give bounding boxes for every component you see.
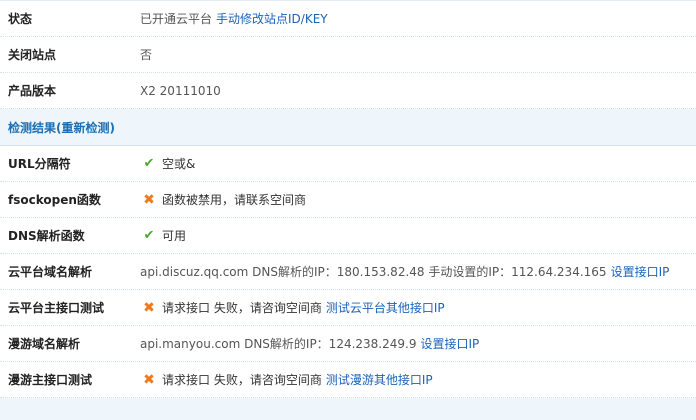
row-value: api.manyou.com DNS解析的IP：124.238.249.9 设置… <box>140 335 696 352</box>
check-result: 请求接口 失败，请咨询空间商 <box>162 373 322 387</box>
check-cloud-main-interface: 云平台主接口测试 ✖ 请求接口 失败，请咨询空间商 测试云平台其他接口IP <box>0 290 696 326</box>
section-header-check-results: 检测结果(重新检测) <box>0 109 696 146</box>
dns-result-text: api.manyou.com DNS解析的IP：124.238.249.9 <box>140 337 417 351</box>
row-value: X2 20111010 <box>140 83 221 98</box>
check-result: 空或& <box>162 157 196 171</box>
recheck-section-title[interactable]: 检测结果(重新检测) <box>0 119 115 136</box>
check-result: 请求接口 失败，请咨询空间商 <box>162 301 322 315</box>
status-text: 已开通云平台 <box>140 12 213 26</box>
row-version: 产品版本 X2 20111010 <box>0 73 696 109</box>
row-value: 否 <box>140 48 153 62</box>
check-result: 函数被禁用，请联系空间商 <box>162 193 307 207</box>
row-label: fsockopen函数 <box>8 193 101 207</box>
row-label: 云平台域名解析 <box>8 265 93 279</box>
row-value: ✔ 可用 <box>140 227 696 244</box>
table-footer-bar <box>0 398 696 420</box>
row-label: URL分隔符 <box>8 157 71 171</box>
cross-icon: ✖ <box>143 191 155 208</box>
row-value: ✔ 空或& <box>140 155 696 172</box>
dns-result-text: api.discuz.qq.com DNS解析的IP：180.153.82.48… <box>140 265 607 279</box>
row-label: 状态 <box>8 12 33 26</box>
check-url-separator: URL分隔符 ✔ 空或& <box>0 146 696 182</box>
cross-icon: ✖ <box>143 371 155 388</box>
check-cloud-domain-dns: 云平台域名解析 api.discuz.qq.com DNS解析的IP：180.1… <box>0 254 696 290</box>
row-status: 状态 已开通云平台 手动修改站点ID/KEY <box>0 1 696 37</box>
check-result: 可用 <box>162 229 187 243</box>
cross-icon: ✖ <box>143 299 155 316</box>
check-icon: ✔ <box>143 228 155 243</box>
row-value: ✖ 请求接口 失败，请咨询空间商 测试漫游其他接口IP <box>140 371 696 388</box>
row-label: DNS解析函数 <box>8 229 85 243</box>
check-icon: ✔ <box>143 156 155 171</box>
row-label: 产品版本 <box>8 84 57 98</box>
row-close-site: 关闭站点 否 <box>0 37 696 73</box>
check-manyou-main-interface: 漫游主接口测试 ✖ 请求接口 失败，请咨询空间商 测试漫游其他接口IP <box>0 362 696 398</box>
check-manyou-domain-dns: 漫游域名解析 api.manyou.com DNS解析的IP：124.238.2… <box>0 326 696 362</box>
edit-site-id-key-link[interactable]: 手动修改站点ID/KEY <box>216 10 328 27</box>
row-value: api.discuz.qq.com DNS解析的IP：180.153.82.48… <box>140 263 696 280</box>
check-fsockopen: fsockopen函数 ✖ 函数被禁用，请联系空间商 <box>0 182 696 218</box>
row-label: 云平台主接口测试 <box>8 301 105 315</box>
check-dns-function: DNS解析函数 ✔ 可用 <box>0 218 696 254</box>
row-value: ✖ 函数被禁用，请联系空间商 <box>140 191 696 208</box>
set-interface-ip-link[interactable]: 设置接口IP <box>420 335 479 352</box>
row-label: 漫游域名解析 <box>8 337 81 351</box>
cloud-status-table: 状态 已开通云平台 手动修改站点ID/KEY 关闭站点 否 产品版本 X2 20… <box>0 0 696 420</box>
set-interface-ip-link[interactable]: 设置接口IP <box>611 263 670 280</box>
test-cloud-other-ip-link[interactable]: 测试云平台其他接口IP <box>326 299 445 316</box>
row-value: ✖ 请求接口 失败，请咨询空间商 测试云平台其他接口IP <box>140 299 696 316</box>
row-label: 关闭站点 <box>8 48 57 62</box>
test-manyou-other-ip-link[interactable]: 测试漫游其他接口IP <box>326 371 433 388</box>
row-label: 漫游主接口测试 <box>8 373 93 387</box>
row-value: 已开通云平台 手动修改站点ID/KEY <box>140 10 696 27</box>
